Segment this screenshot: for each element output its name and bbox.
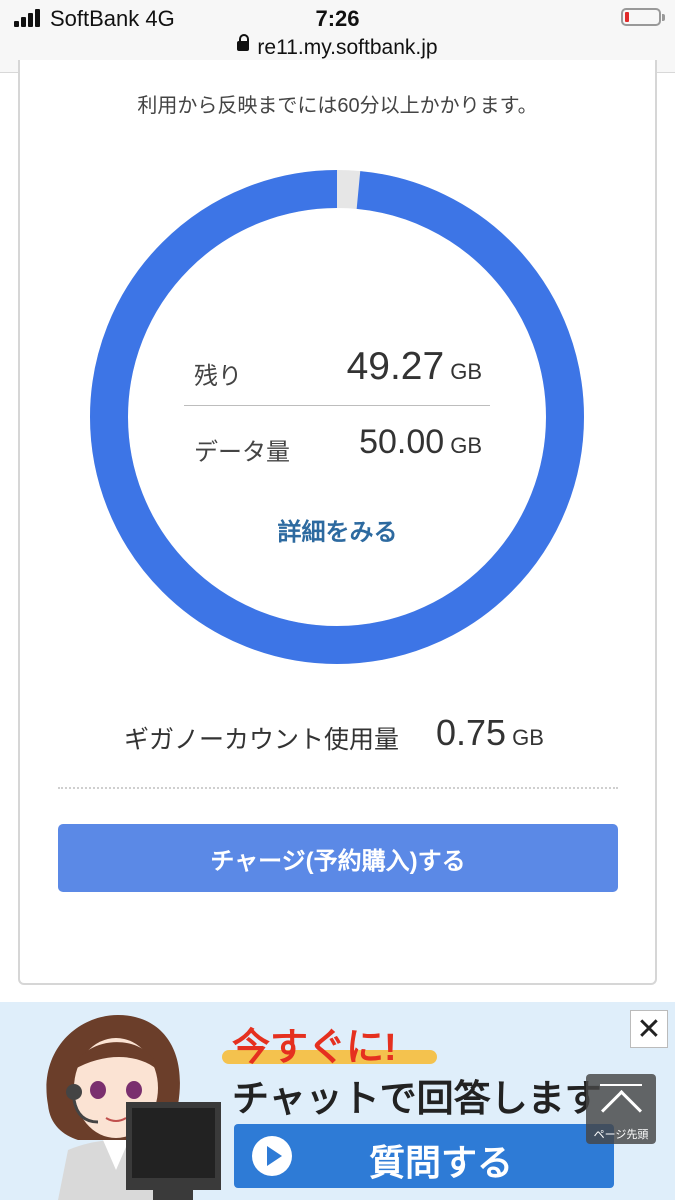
dotted-divider <box>58 787 618 789</box>
giga-no-count-label: ギガノーカウント使用量 <box>124 726 400 754</box>
remaining-label: 残り <box>194 363 242 390</box>
total-value: 50.00 GB <box>300 423 482 462</box>
chevron-up-icon <box>600 1089 643 1132</box>
ad-headline-1: 今すぐに! <box>232 1027 397 1069</box>
operator-illustration <box>46 1015 221 1200</box>
charge-button[interactable]: チャージ(予約購入)する <box>58 824 618 892</box>
total-unit: GB <box>450 433 482 458</box>
lock-icon <box>237 34 250 52</box>
detail-link[interactable]: 詳細をみる <box>0 512 675 547</box>
chat-ad-banner[interactable]: 今すぐに! チャットで回答します 質問する ✕ ページ先頭 <box>0 1002 675 1200</box>
clock: 7:26 <box>315 6 360 31</box>
giga-no-count-value: 0.75 GB <box>436 712 544 754</box>
giga-unit: GB <box>512 725 544 750</box>
reflection-note: 利用から反映までには60分以上かかります。 <box>137 95 538 117</box>
url-text: re11.my.softbank.jp <box>257 36 438 59</box>
page-top-button[interactable]: ページ先頭 <box>586 1074 656 1144</box>
ask-question-button[interactable]: 質問する <box>234 1124 614 1188</box>
battery-icon <box>621 8 665 26</box>
total-amount: 50.00 <box>359 423 445 461</box>
ask-question-label: 質問する <box>369 1142 514 1183</box>
remaining-amount: 49.27 <box>346 345 445 388</box>
close-ad-button[interactable]: ✕ <box>630 1010 668 1048</box>
giga-amount: 0.75 <box>436 712 507 753</box>
ring-divider <box>184 405 490 406</box>
arrow-right-icon <box>252 1136 292 1176</box>
remaining-value: 49.27 GB <box>300 345 482 389</box>
remaining-unit: GB <box>450 359 482 384</box>
ring-remaining-arc <box>90 170 584 664</box>
ad-headline-2: チャットで回答します <box>232 1078 602 1119</box>
usage-ring-chart <box>90 170 584 664</box>
address-bar[interactable]: re11.my.softbank.jp <box>0 34 675 60</box>
total-label: データ量 <box>194 439 290 466</box>
page-top-label: ページ先頭 <box>593 1129 649 1141</box>
top-bar-icon <box>600 1084 642 1086</box>
